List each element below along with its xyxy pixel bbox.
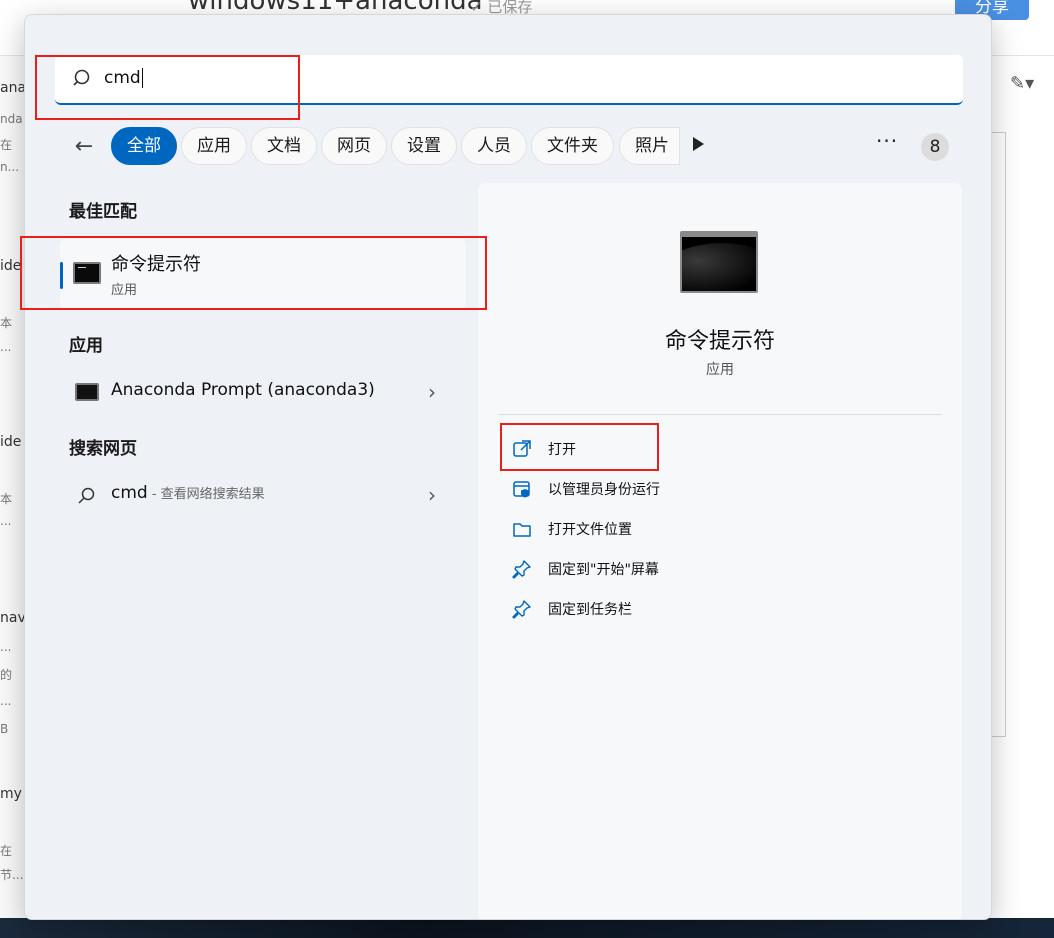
sidebar-snippet: 的 xyxy=(0,668,13,682)
action-label: 固定到"开始"屏幕 xyxy=(548,562,659,578)
filter-documents[interactable]: 文档 xyxy=(251,127,317,165)
action-pin-to-start[interactable]: 固定到"开始"屏幕 xyxy=(512,556,912,586)
detail-pane: 命令提示符 应用 打开 以管理员身份运行 打开文件位置 固定到"开始"屏幕 固定… xyxy=(478,183,962,919)
app-result-label: Anaconda Prompt (anaconda3) xyxy=(111,380,375,400)
action-open[interactable]: 打开 xyxy=(512,436,912,466)
sidebar-snippet: ide xyxy=(0,434,22,450)
filter-people[interactable]: 人员 xyxy=(461,127,527,165)
back-arrow-icon[interactable]: ← xyxy=(69,133,99,163)
action-label: 以管理员身份运行 xyxy=(548,482,660,498)
sidebar-snippet: 在 xyxy=(0,138,13,152)
best-match-subtitle: 应用 xyxy=(111,283,138,298)
action-pin-to-taskbar[interactable]: 固定到任务栏 xyxy=(512,596,912,626)
sidebar-snippet: ide xyxy=(0,258,22,274)
filter-folders[interactable]: 文件夹 xyxy=(531,127,614,165)
chevron-right-icon[interactable]: › xyxy=(428,380,436,404)
sidebar-snippet: 本 xyxy=(0,316,13,330)
web-query: cmd xyxy=(111,483,148,503)
command-prompt-icon xyxy=(73,262,101,284)
web-result-label: cmd - 查看网络搜索结果 xyxy=(111,483,265,503)
action-label: 打开 xyxy=(548,442,576,458)
filter-bar: ← 全部 应用 文档 网页 设置 人员 文件夹 照片 ··· 8 xyxy=(25,127,991,167)
taskbar xyxy=(0,918,1054,938)
filter-all[interactable]: 全部 xyxy=(111,127,177,165)
best-match-title: 命令提示符 xyxy=(111,254,201,275)
sidebar-snippet: nda xyxy=(0,112,23,126)
background-right-pane xyxy=(992,132,1006,737)
selection-indicator xyxy=(60,262,63,289)
sidebar-snippet: 本 xyxy=(0,492,13,506)
section-best-match: 最佳匹配 xyxy=(69,202,137,222)
action-label: 固定到任务栏 xyxy=(548,602,632,618)
text-caret xyxy=(141,68,143,88)
format-brush-icon[interactable]: ✎▾ xyxy=(1010,73,1034,94)
search-input[interactable]: cmd xyxy=(55,55,963,105)
filter-web[interactable]: 网页 xyxy=(321,127,387,165)
sidebar-snippet: ... xyxy=(0,640,12,654)
sidebar-snippet: B xyxy=(0,722,9,736)
chevron-right-icon[interactable]: › xyxy=(428,483,436,507)
open-external-icon xyxy=(513,440,531,457)
start-search-panel: cmd ← 全部 应用 文档 网页 设置 人员 文件夹 照片 ··· 8 最佳匹… xyxy=(24,14,992,920)
scroll-right-icon[interactable] xyxy=(693,137,704,151)
sidebar-snippet: ... xyxy=(0,514,12,528)
admin-shield-icon xyxy=(513,481,530,498)
filter-settings[interactable]: 设置 xyxy=(391,127,457,165)
search-icon xyxy=(78,487,95,504)
section-apps: 应用 xyxy=(69,336,103,356)
sidebar-snippet: 在 xyxy=(0,844,13,858)
more-options-icon[interactable]: ··· xyxy=(876,129,898,153)
search-query-text: cmd xyxy=(104,68,141,88)
divider xyxy=(498,414,942,415)
web-result-item[interactable]: cmd - 查看网络搜索结果 › xyxy=(60,473,466,517)
background-sidebar: 安装 ana nda 在 n... ide 本 ... ide 本 ... na… xyxy=(0,0,28,938)
sidebar-snippet: ... xyxy=(0,694,12,708)
app-result-item[interactable]: Anaconda Prompt (anaconda3) › xyxy=(60,370,466,414)
action-label: 打开文件位置 xyxy=(548,522,632,538)
sidebar-snippet: nav xyxy=(0,610,26,626)
sidebar-snippet: ... xyxy=(0,340,12,354)
filter-photos[interactable]: 照片 xyxy=(619,127,680,165)
detail-subtitle: 应用 xyxy=(706,362,734,378)
filter-apps[interactable]: 应用 xyxy=(181,127,247,165)
result-count-badge: 8 xyxy=(921,133,949,161)
action-run-as-admin[interactable]: 以管理员身份运行 xyxy=(512,476,912,506)
search-icon xyxy=(73,69,90,86)
command-prompt-large-icon xyxy=(680,231,758,293)
sidebar-snippet: my xyxy=(0,786,22,802)
sidebar-snippet: ana xyxy=(0,80,27,96)
search-query: cmd xyxy=(104,68,143,88)
detail-title: 命令提示符 xyxy=(664,329,775,354)
folder-icon xyxy=(513,523,531,537)
section-web: 搜索网页 xyxy=(69,439,137,459)
web-hint: - 查看网络搜索结果 xyxy=(147,487,265,502)
pin-icon xyxy=(512,560,531,579)
anaconda-prompt-icon xyxy=(75,383,99,401)
sidebar-snippet: n... xyxy=(0,160,20,174)
action-open-file-location[interactable]: 打开文件位置 xyxy=(512,516,912,546)
best-match-item[interactable]: 命令提示符 应用 xyxy=(60,239,466,309)
sidebar-snippet: 节... xyxy=(0,868,24,882)
pin-icon xyxy=(512,600,531,619)
